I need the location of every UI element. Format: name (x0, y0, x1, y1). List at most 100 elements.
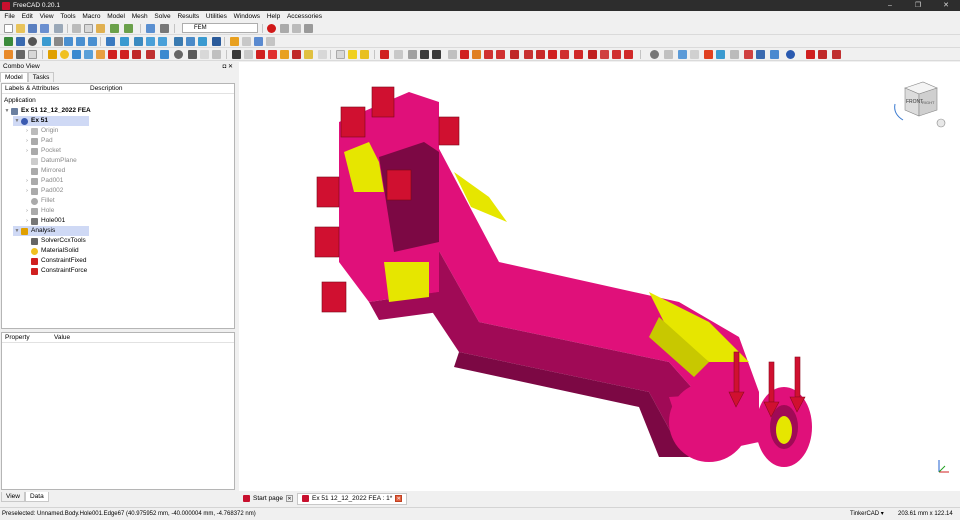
redo-icon[interactable] (124, 24, 133, 33)
post-filter-icon[interactable] (548, 50, 557, 59)
property-col-property[interactable]: Property (5, 333, 30, 343)
fem-analysis-icon[interactable] (4, 50, 13, 59)
fem-tools-icon[interactable] (818, 50, 827, 59)
element-geometry-icon[interactable] (96, 50, 105, 59)
sketch-icon[interactable] (242, 37, 251, 46)
fit-selection-icon[interactable] (16, 37, 25, 46)
expand-arrow-icon[interactable]: ▼ (13, 226, 21, 236)
tree-item-origin[interactable]: › Origin (23, 126, 58, 136)
fem-examples-icon[interactable] (806, 50, 815, 59)
constraint-tie-icon[interactable] (292, 50, 301, 59)
macro-list-icon[interactable] (292, 24, 301, 33)
tab-tasks[interactable]: Tasks (27, 72, 55, 82)
save-icon[interactable] (28, 24, 37, 33)
collapse-arrow-icon[interactable]: › (23, 126, 31, 136)
menu-windows[interactable]: Windows (230, 13, 263, 20)
mesh-region-icon[interactable] (200, 50, 209, 59)
solver-elmer-icon[interactable] (244, 50, 253, 59)
std-view-icon[interactable] (120, 37, 129, 46)
constraint-force-icon[interactable] (120, 50, 129, 59)
nav-cube-icon[interactable]: FRONT RIGHT (889, 74, 949, 129)
post-glyph-icon[interactable] (560, 50, 569, 59)
tree-item-pad002[interactable]: › Pad002 (23, 186, 63, 196)
refresh-icon[interactable] (146, 24, 155, 33)
menu-help[interactable]: Help (263, 13, 283, 20)
material-fluid-icon[interactable] (72, 50, 81, 59)
post-contour-icon[interactable] (574, 50, 583, 59)
mesh-gmsh-icon[interactable] (188, 50, 197, 59)
print-icon[interactable] (54, 24, 63, 33)
post-probe-icon[interactable] (612, 50, 621, 59)
menu-results[interactable]: Results (174, 13, 202, 20)
menu-accessories[interactable]: Accessories (284, 13, 326, 20)
create-part-icon[interactable] (186, 37, 195, 46)
menu-utilities[interactable]: Utilities (203, 13, 231, 20)
constraint-section-print-icon[interactable] (318, 50, 327, 59)
menu-tools[interactable]: Tools (57, 13, 79, 20)
tree-item-hole001[interactable]: › Hole001 (23, 216, 65, 226)
export-icon[interactable] (716, 50, 725, 59)
constraint-temperature-icon[interactable] (146, 50, 155, 59)
whats-this-icon[interactable] (160, 24, 169, 33)
constraint-transform-icon[interactable] (360, 50, 369, 59)
sphere-view-icon[interactable] (786, 50, 795, 59)
menu-mesh[interactable]: Mesh (128, 13, 151, 20)
zoom-icon[interactable] (106, 37, 115, 46)
view-top-icon[interactable] (64, 37, 73, 46)
view-axonometric-icon[interactable] (158, 37, 167, 46)
constraint-displacement-icon[interactable] (108, 50, 117, 59)
tree-item-analysis[interactable]: ▼ Analysis (13, 226, 89, 236)
3d-viewport[interactable]: FRONT RIGHT (239, 62, 960, 491)
draw-style-icon[interactable] (28, 37, 37, 46)
expand-arrow-icon[interactable]: ▼ (3, 106, 11, 116)
minimize-button[interactable]: – (876, 0, 904, 11)
isometric-view-icon[interactable] (42, 37, 51, 46)
create-body-icon[interactable] (230, 37, 239, 46)
tab-data[interactable]: Data (24, 492, 49, 502)
solver-run-icon[interactable] (256, 50, 265, 59)
constraint-plane-rotation-icon[interactable] (336, 50, 345, 59)
collapse-arrow-icon[interactable]: › (23, 146, 31, 156)
group-icon[interactable] (198, 37, 207, 46)
solver-ccx-run-icon[interactable] (420, 50, 429, 59)
constraint-pressure-icon[interactable] (132, 50, 141, 59)
property-col-value[interactable]: Value (54, 333, 70, 343)
fit-all-icon[interactable] (4, 37, 13, 46)
paste-icon[interactable] (96, 24, 105, 33)
navigation-cube[interactable]: FRONT RIGHT (889, 74, 949, 129)
tree-item-datumplane[interactable]: DatumPlane (23, 156, 77, 166)
close-tab-icon[interactable]: ✕ (286, 495, 293, 502)
tree-item-fillet[interactable]: Fillet (23, 196, 55, 206)
fem-info-icon[interactable] (832, 50, 841, 59)
solver-control-icon[interactable] (408, 50, 417, 59)
fem-analysis-a-icon[interactable] (48, 50, 57, 59)
post-functions-icon[interactable] (536, 50, 545, 59)
tree-item-pad[interactable]: › Pad (23, 136, 53, 146)
tree-item-material[interactable]: MaterialSolid (23, 246, 79, 256)
post-clip-region-icon[interactable] (524, 50, 533, 59)
post-stream-icon[interactable] (588, 50, 597, 59)
tree-item-hole[interactable]: › Hole (23, 206, 54, 216)
post-scalar-clip-icon[interactable] (472, 50, 481, 59)
menu-solve[interactable]: Solve (151, 13, 174, 20)
undo-icon[interactable] (110, 24, 119, 33)
fem-model-render[interactable] (239, 62, 960, 491)
constraint-initial-temperature-icon[interactable] (348, 50, 357, 59)
view-front-icon[interactable] (54, 37, 63, 46)
post-data-at-point-icon[interactable] (510, 50, 519, 59)
tree-item-constraint-fixed[interactable]: ConstraintFixed (23, 256, 87, 266)
new-file-icon[interactable] (4, 24, 13, 33)
post-threshold-icon[interactable] (600, 50, 609, 59)
tree-item-constraint-force[interactable]: ConstraintForce (23, 266, 87, 276)
clipping-plane-icon[interactable] (28, 50, 37, 59)
menu-edit[interactable]: Edit (18, 13, 36, 20)
result-show-icon[interactable] (380, 50, 389, 59)
expand-arrow-icon[interactable]: ▼ (13, 116, 21, 126)
tree-item-solver[interactable]: SolverCcxTools (23, 236, 86, 246)
menu-model[interactable]: Model (104, 13, 129, 20)
constraint-heatflux-icon[interactable] (160, 50, 169, 59)
save-as-icon[interactable] (40, 24, 49, 33)
mesh-display-icon[interactable] (678, 50, 687, 59)
copy-icon[interactable] (84, 24, 93, 33)
doc-tab-start-page[interactable]: Start page ✕ (239, 493, 297, 505)
